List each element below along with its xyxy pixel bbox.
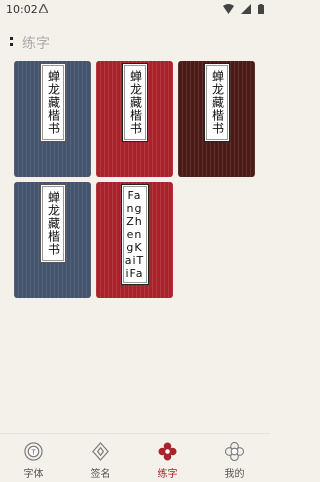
system-icons — [221, 4, 264, 23]
status-time: 10:02 — [6, 3, 38, 16]
page-title: 练字 — [22, 36, 50, 52]
practice-icon — [158, 442, 177, 461]
signature-icon — [92, 442, 109, 461]
font-preview-label: FangZhengKaiTiFa — [122, 186, 147, 283]
font-preview-label: 蝉龙藏楷书 — [123, 65, 146, 140]
tab-font[interactable]: T 字体 — [0, 434, 67, 482]
tab-label: 练字 — [157, 469, 178, 480]
tab-label: 签名 — [90, 469, 111, 480]
bottom-tab-bar: T 字体 签名 练字 我的 — [0, 433, 270, 482]
font-preview-label: 蝉龙藏楷书 — [205, 65, 228, 140]
font-card[interactable]: 蝉龙藏楷书 — [178, 61, 255, 177]
back-icon[interactable] — [10, 36, 16, 48]
tab-practice[interactable]: 练字 — [134, 434, 201, 482]
profile-icon — [225, 442, 244, 461]
font-preview-label: 蝉龙藏楷书 — [41, 65, 64, 140]
wifi-icon — [222, 4, 234, 14]
font-icon: T — [24, 442, 43, 461]
font-card[interactable]: 蝉龙藏楷书 — [14, 61, 91, 177]
tab-label: 我的 — [224, 469, 245, 480]
signal-icon — [240, 4, 251, 14]
notification-icon — [39, 4, 48, 13]
font-card[interactable]: 蝉龙藏楷书 — [14, 182, 91, 298]
page-header: 练字 — [0, 28, 270, 56]
tab-profile[interactable]: 我的 — [201, 434, 268, 482]
font-preview-label: 蝉龙藏楷书 — [41, 186, 64, 261]
font-card[interactable]: 蝉龙藏楷书 — [96, 61, 173, 177]
tab-label: 字体 — [23, 469, 44, 480]
status-bar: 10:02 — [0, 0, 270, 18]
tab-signature[interactable]: 签名 — [67, 434, 134, 482]
battery-icon — [258, 4, 264, 14]
font-card[interactable]: FangZhengKaiTiFa — [96, 182, 173, 298]
